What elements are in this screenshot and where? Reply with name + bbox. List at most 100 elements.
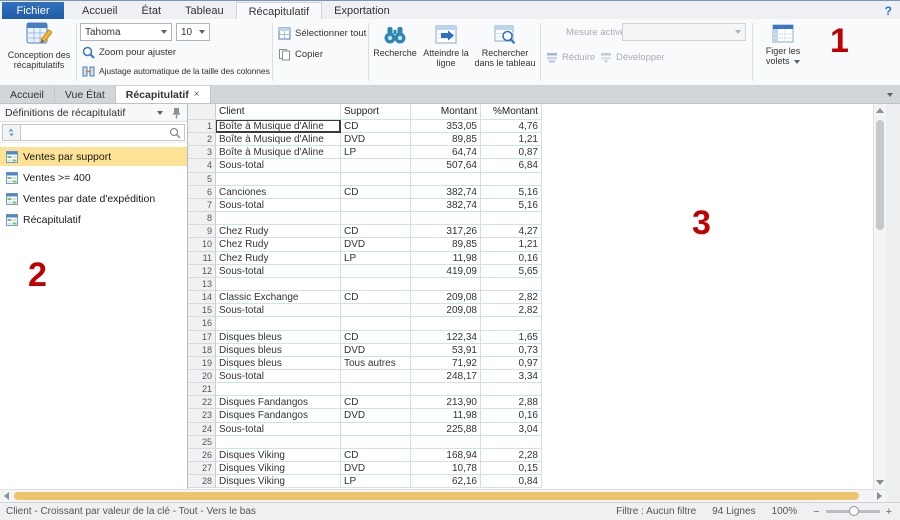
cell[interactable]: 1,21 (481, 133, 542, 146)
cell[interactable] (341, 383, 411, 396)
cell[interactable]: Disques bleus (216, 331, 341, 344)
goto-line-button[interactable]: Atteindre la ligne (422, 21, 470, 83)
cell[interactable]: CD (341, 120, 411, 133)
row-number[interactable]: 3 (188, 146, 216, 159)
row-number[interactable]: 13 (188, 278, 216, 291)
cell[interactable] (411, 278, 481, 291)
cell[interactable]: Boîte à Musique d'Aline (216, 120, 341, 133)
search-icon[interactable] (169, 127, 181, 139)
summary-definition-item[interactable]: Ventes par date d'expédition (0, 189, 187, 208)
cell[interactable]: 10,78 (411, 462, 481, 475)
row-number[interactable]: 15 (188, 304, 216, 317)
column-header-support[interactable]: Support (341, 104, 411, 120)
cell[interactable]: 62,16 (411, 475, 481, 488)
document-tab-récapitulatif[interactable]: Récapitulatif× (116, 86, 211, 103)
row-number[interactable]: 1 (188, 120, 216, 133)
row-number[interactable]: 18 (188, 344, 216, 357)
cell[interactable]: Chez Rudy (216, 225, 341, 238)
cell[interactable]: 2,88 (481, 396, 542, 409)
cell[interactable]: 419,09 (411, 265, 481, 278)
cell[interactable]: DVD (341, 462, 411, 475)
row-number[interactable]: 19 (188, 357, 216, 370)
cell[interactable] (341, 436, 411, 449)
zoom-to-fit-button[interactable]: Zoom pour ajuster (82, 44, 176, 60)
row-number[interactable]: 20 (188, 370, 216, 383)
cell[interactable]: Classic Exchange (216, 291, 341, 304)
cell[interactable]: 4,27 (481, 225, 542, 238)
tab-list-chevron-icon[interactable] (887, 93, 893, 97)
scroll-right-icon[interactable] (877, 492, 882, 500)
zoom-slider-thumb[interactable] (849, 506, 859, 516)
cell[interactable]: 89,85 (411, 238, 481, 251)
cell[interactable]: 0,16 (481, 252, 542, 265)
cell[interactable] (341, 278, 411, 291)
zoom-slider[interactable]: − + (813, 506, 892, 518)
cell[interactable]: Disques Viking (216, 449, 341, 462)
freeze-panes-button[interactable]: Figer les volets (756, 21, 810, 83)
cell[interactable] (341, 173, 411, 186)
row-number[interactable]: 27 (188, 462, 216, 475)
cell[interactable]: CD (341, 396, 411, 409)
row-number[interactable]: 8 (188, 212, 216, 225)
row-number[interactable]: 12 (188, 265, 216, 278)
cell[interactable]: DVD (341, 344, 411, 357)
cell[interactable]: 122,34 (411, 331, 481, 344)
cell[interactable] (216, 383, 341, 396)
horizontal-scrollbar-thumb[interactable] (14, 492, 859, 500)
cell[interactable] (341, 423, 411, 436)
cell[interactable] (341, 212, 411, 225)
cell[interactable]: DVD (341, 133, 411, 146)
cell[interactable]: DVD (341, 238, 411, 251)
cell[interactable]: CD (341, 225, 411, 238)
cell[interactable]: 1,21 (481, 238, 542, 251)
font-family-select[interactable]: Tahoma (80, 23, 172, 41)
row-number[interactable]: 14 (188, 291, 216, 304)
cell[interactable]: 168,94 (411, 449, 481, 462)
row-number[interactable]: 2 (188, 133, 216, 146)
autofit-columns-button[interactable]: Ajustage automatique de la taille des co… (82, 63, 270, 79)
row-number[interactable]: 21 (188, 383, 216, 396)
row-number[interactable]: 16 (188, 317, 216, 330)
cell[interactable]: Disques bleus (216, 357, 341, 370)
search-in-table-button[interactable]: Rechercher dans le tableau (474, 21, 536, 83)
cell[interactable]: 0,97 (481, 357, 542, 370)
cell[interactable]: CD (341, 186, 411, 199)
cell[interactable]: 5,16 (481, 186, 542, 199)
cell[interactable]: 248,17 (411, 370, 481, 383)
cell[interactable] (481, 317, 542, 330)
cell[interactable]: Sous-total (216, 304, 341, 317)
cell[interactable] (411, 173, 481, 186)
cell[interactable] (341, 317, 411, 330)
cell[interactable]: 3,34 (481, 370, 542, 383)
file-menu-button[interactable]: Fichier (2, 2, 64, 20)
summary-definition-item[interactable]: Ventes par support (0, 147, 187, 166)
cell[interactable]: 11,98 (411, 409, 481, 422)
cell[interactable]: DVD (341, 409, 411, 422)
cell[interactable]: 6,84 (481, 159, 542, 172)
sort-button[interactable] (2, 124, 21, 141)
summary-definition-item[interactable]: Récapitulatif (0, 210, 187, 229)
summary-design-button[interactable]: Conception des récapitulatifs (4, 21, 74, 83)
column-header-pctmontant[interactable]: %Montant (481, 104, 542, 120)
cell[interactable]: 2,82 (481, 304, 542, 317)
font-size-select[interactable]: 10 (176, 23, 210, 41)
cell[interactable]: 53,91 (411, 344, 481, 357)
cell[interactable] (216, 278, 341, 291)
cell[interactable]: 209,08 (411, 304, 481, 317)
panel-chevron-down-icon[interactable] (157, 111, 163, 115)
row-number[interactable]: 25 (188, 436, 216, 449)
tab-close-icon[interactable]: × (194, 89, 200, 100)
cell[interactable]: 1,65 (481, 331, 542, 344)
cell[interactable] (216, 436, 341, 449)
row-number[interactable]: 17 (188, 331, 216, 344)
cell[interactable] (216, 317, 341, 330)
cell[interactable]: Disques Viking (216, 475, 341, 488)
pin-icon[interactable] (171, 107, 182, 119)
cell[interactable]: Sous-total (216, 199, 341, 212)
cell[interactable]: 0,15 (481, 462, 542, 475)
cell[interactable]: LP (341, 252, 411, 265)
cell[interactable] (411, 436, 481, 449)
cell[interactable] (481, 436, 542, 449)
cell[interactable] (481, 278, 542, 291)
cell[interactable]: 382,74 (411, 199, 481, 212)
